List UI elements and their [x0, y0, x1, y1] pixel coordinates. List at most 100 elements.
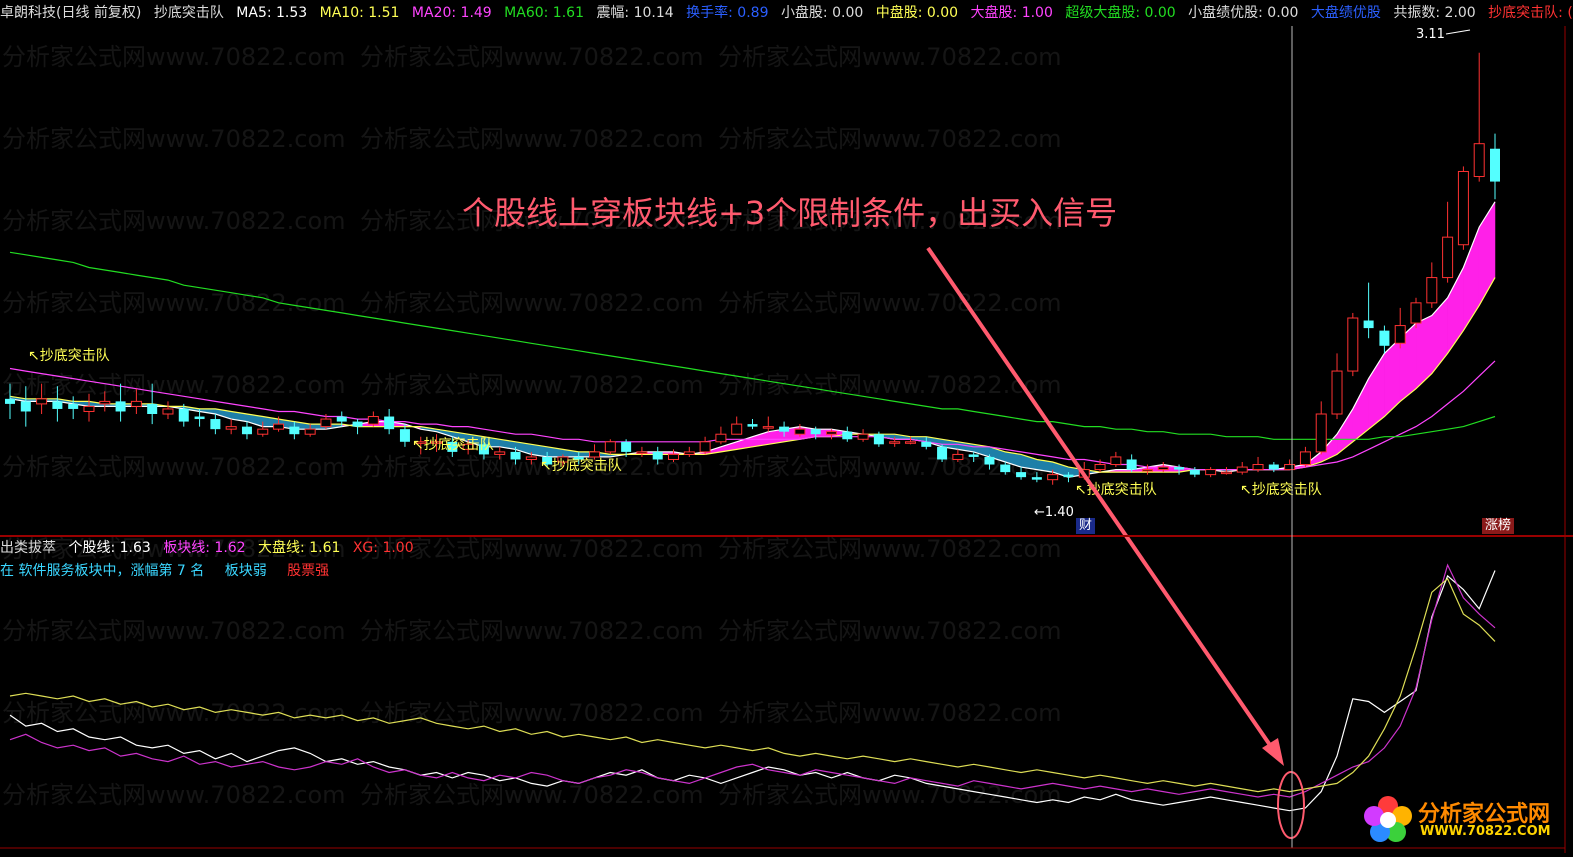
watermark-text: 分析家公式网www.70822.com [718, 289, 1062, 317]
watermark-text: 分析家公式网www.70822.com [2, 125, 346, 153]
candle-body [636, 451, 648, 454]
candle-body [1426, 277, 1438, 304]
candle-body [52, 401, 63, 409]
candle-body [1031, 477, 1042, 480]
candle-body [1236, 466, 1248, 473]
watermark-text: 分析家公式网www.70822.com [718, 371, 1062, 399]
candle-body [1157, 466, 1169, 471]
candle [1347, 312, 1359, 377]
candle-body [1141, 469, 1153, 472]
candle-body [857, 433, 869, 440]
price-low-label: ←1.40 [1034, 505, 1074, 520]
candle-body [289, 426, 300, 435]
zhangting-badge[interactable]: 涨榜 [1482, 518, 1515, 534]
candle-body [731, 423, 743, 435]
candle-body [715, 433, 727, 443]
ma60-value: MA60: 1.61 [504, 5, 584, 21]
candle-body [115, 401, 126, 412]
status-line: 在 软件服务板块中，涨幅第 7 名 板块弱 股票强 [0, 560, 1000, 582]
watermark-text: 分析家公式网www.70822.com [718, 125, 1062, 153]
candle-body [1457, 170, 1469, 246]
candle-body [225, 426, 237, 430]
candle-body [494, 451, 506, 455]
candle-body [384, 416, 395, 430]
candle-body [652, 451, 663, 460]
candle-body [1047, 474, 1059, 481]
watermark-text: 分析家公式网www.70822.com [360, 289, 704, 317]
candle-body [1347, 317, 1359, 372]
sub-header: 出类拔萃 个股线: 1.63 板块线: 1.62 大盘线: 1.61 XG: 1… [0, 537, 1573, 559]
candle-body [937, 446, 948, 460]
signal-label: ↖抄底突击队 [540, 458, 622, 474]
flower-icon [1364, 796, 1412, 842]
candle-body [257, 428, 269, 435]
candle-body [1473, 143, 1485, 178]
candle-body [825, 431, 837, 435]
chart-stage: 分析家公式网www.70822.com 分析家公式网www.70822.com 分析… [0, 0, 1573, 853]
candle-body [178, 408, 189, 422]
candle-body [273, 423, 285, 430]
candle-body [320, 418, 332, 428]
watermark-text: 分析家公式网www.70822.com [360, 371, 704, 399]
candle-body [968, 454, 979, 457]
xg-value: XG: 1.00 [352, 540, 414, 556]
candle-body [36, 398, 48, 405]
stock-line-value: 个股线: 1.63 [68, 540, 151, 556]
price-high-label: 3.11 [1416, 27, 1445, 42]
sector-status: 板块弱 [224, 563, 267, 579]
watermark-text: 分析家公式网www.70822.com [2, 453, 346, 481]
cai-badge[interactable]: 财 [1076, 518, 1096, 534]
candle-body [99, 400, 111, 405]
candle-body [162, 408, 174, 415]
resonance-value: 共振数: 2.00 [1393, 5, 1476, 21]
rank-text: 在 软件服务板块中，涨幅第 7 名 [0, 563, 205, 579]
small-blue-value: 小盘绩优股: 0.00 [1188, 5, 1299, 21]
candle-body [1363, 320, 1374, 329]
ma20-value: MA20: 1.49 [411, 5, 492, 21]
signal-label: ↖抄底突击队 [412, 437, 494, 453]
candle-body [889, 441, 901, 444]
mid-cap-value: 中盘股: 0.00 [875, 5, 959, 21]
candle-body [1063, 474, 1074, 478]
candle-body [1284, 464, 1296, 471]
candle-body [194, 416, 205, 420]
candle-body [1110, 456, 1122, 466]
stock-status: 股票强 [287, 563, 330, 579]
candle-body [984, 456, 995, 465]
candle-body [1189, 469, 1200, 475]
indicator-name[interactable]: 抄底突击队 [154, 5, 224, 21]
stock-title[interactable]: 卓朗科技(日线 前复权) [0, 5, 141, 21]
watermark-text: 分析家公式网www.70822.com [718, 43, 1062, 71]
candle-body [5, 398, 15, 404]
candle-body [1442, 236, 1454, 279]
candle-body [1016, 472, 1027, 478]
candle-body [1174, 467, 1185, 470]
candle-body [525, 456, 537, 460]
candle-body [604, 441, 616, 453]
candle [1457, 166, 1469, 250]
watermark-text: 分析家公式网www.70822.com [2, 207, 346, 235]
main-header: 卓朗科技(日线 前复权) 抄底突击队 MA5: 1.53 MA10: 1.51 … [0, 0, 1573, 26]
watermark-text: 分析家公式网www.70822.com [2, 781, 346, 809]
signal-label: ↖抄底突击队 [28, 348, 110, 364]
candle-body [794, 428, 806, 435]
sub-indicator-name[interactable]: 出类拔萃 [0, 540, 56, 556]
ma5-value: MA5: 1.53 [236, 5, 308, 21]
site-logo: 分析家公式网 WWW.70822.COM [1362, 794, 1562, 846]
candle-body [1220, 471, 1232, 475]
watermark-text: 分析家公式网www.70822.com [2, 617, 346, 645]
candle-body [147, 403, 158, 414]
super-large-value: 超级大盘股: 0.00 [1065, 5, 1176, 21]
candle-body [20, 401, 31, 412]
candle [937, 444, 948, 462]
candle-body [68, 403, 79, 409]
watermark-text: 分析家公式网www.70822.com [360, 125, 704, 153]
sector-line-value: 板块线: 1.62 [163, 540, 246, 556]
candle-body [810, 429, 821, 435]
candle-body [1299, 451, 1311, 466]
candle-body [130, 400, 142, 407]
candle-body [779, 426, 790, 432]
watermark-text: 分析家公式网www.70822.com [718, 699, 1062, 727]
turnover-value: 换手率: 0.89 [686, 5, 769, 21]
candle-body [747, 424, 758, 427]
